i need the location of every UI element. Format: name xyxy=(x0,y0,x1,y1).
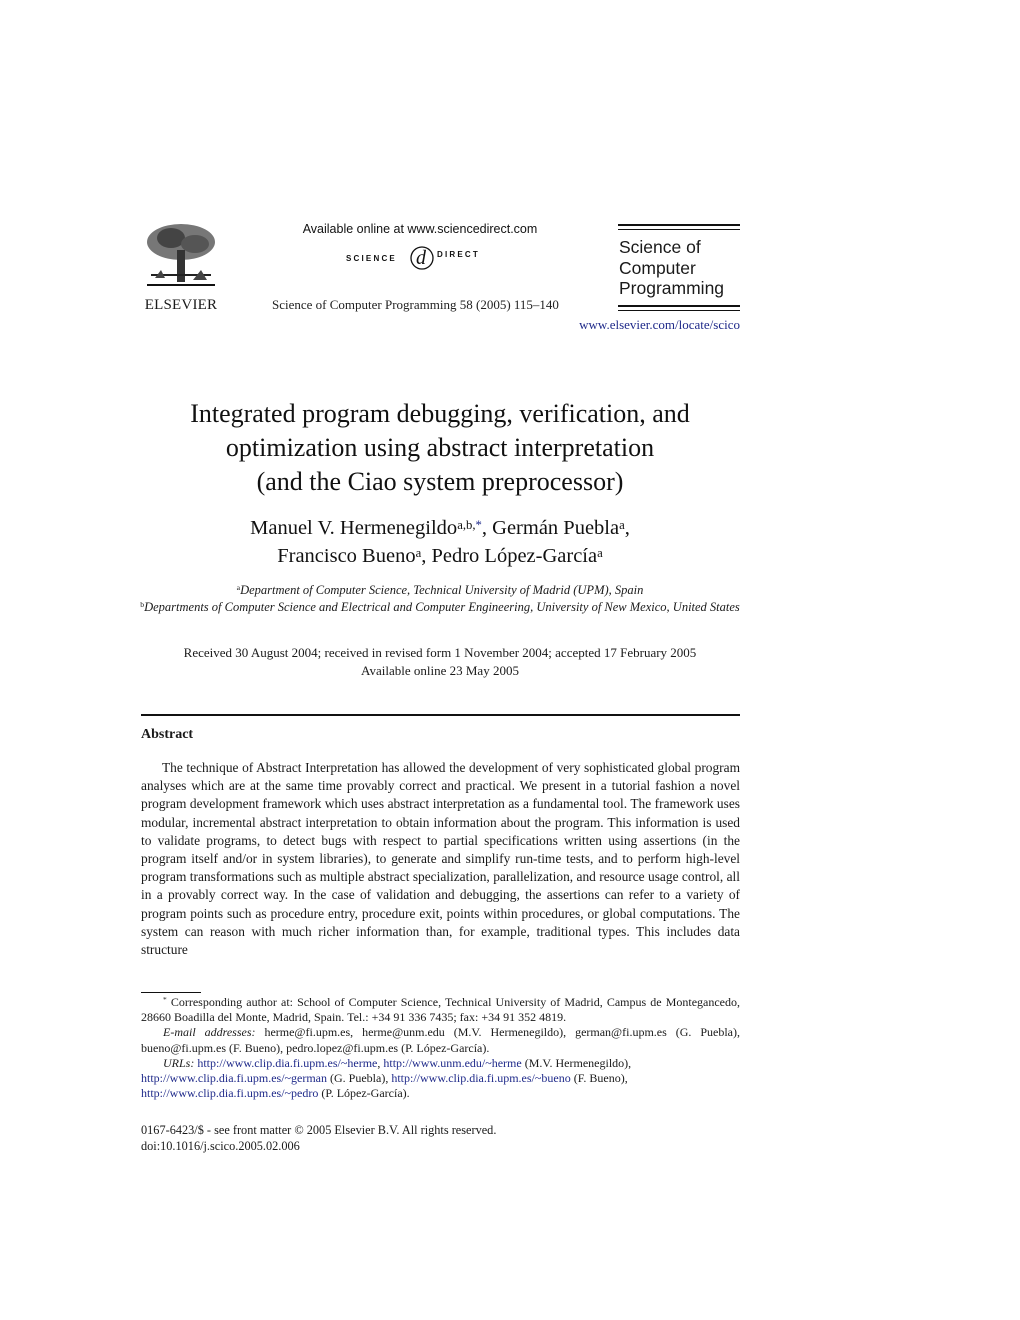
footnote-divider xyxy=(141,992,201,993)
publisher-logo-text: ELSEVIER xyxy=(144,297,218,313)
affiliations: aDepartment of Computer Science, Technic… xyxy=(140,582,740,616)
author-name: Germán Puebla xyxy=(492,517,620,539)
svg-text:d: d xyxy=(416,247,427,269)
corresponding-author-footnote: * Corresponding author at: School of Com… xyxy=(141,995,741,1025)
affiliation-a: aDepartment of Computer Science, Technic… xyxy=(236,583,644,597)
urls-footnote: URLs: http://www.clip.dia.fi.upm.es/~her… xyxy=(141,1055,632,1101)
journal-brand: Science of Computer Programming xyxy=(618,224,740,311)
abstract-heading: Abstract xyxy=(141,727,194,742)
email-footnote: E-mail addresses: herme@fi.upm.es, herme… xyxy=(141,1025,740,1055)
journal-brand-top-rule xyxy=(618,224,740,230)
elsevier-tree-icon xyxy=(147,224,215,286)
url-link[interactable]: http://www.clip.dia.fi.upm.es/~bueno xyxy=(391,1071,570,1085)
author-name: Pedro López-García xyxy=(431,544,598,567)
journal-brand-bottom-rule xyxy=(618,304,740,311)
journal-name: Science of Computer Programming xyxy=(619,237,725,298)
corresponding-author-link[interactable]: * xyxy=(476,518,482,532)
article-dates: Received 30 August 2004; received in rev… xyxy=(183,645,697,678)
abstract-body: The technique of Abstract Interpretation… xyxy=(141,760,740,958)
available-online-text: Available online at www.sciencedirect.co… xyxy=(302,222,538,236)
author-list: Manuel V. Hermenegildoa,b,*, Germán Pueb… xyxy=(250,517,630,567)
author-name: Francisco Bueno xyxy=(277,544,416,567)
url-link[interactable]: http://www.clip.dia.fi.upm.es/~herme xyxy=(197,1056,377,1070)
author-affiliation-mark: a,b, xyxy=(457,518,476,532)
article-title: Integrated program debugging, verificati… xyxy=(190,399,690,496)
author-affiliation-mark: a xyxy=(597,545,603,560)
journal-citation: Science of Computer Programming 58 (2005… xyxy=(272,297,559,312)
sciencedirect-logo: SCIENCE d DIRECT xyxy=(340,240,500,272)
affiliation-b: bDepartments of Computer Science and Ele… xyxy=(140,600,740,614)
sciencedirect-left: SCIENCE xyxy=(346,254,397,263)
url-link[interactable]: http://www.clip.dia.fi.upm.es/~pedro xyxy=(141,1086,318,1100)
abstract-divider xyxy=(141,714,740,716)
url-link[interactable]: http://www.clip.dia.fi.upm.es/~german xyxy=(141,1071,327,1085)
doi: doi:10.1016/j.scico.2005.02.006 xyxy=(141,1138,300,1153)
elsevier-logo: ELSEVIER xyxy=(140,222,222,313)
sciencedirect-right: DIRECT xyxy=(437,250,480,259)
copyright-line: 0167-6423/$ - see front matter © 2005 El… xyxy=(141,1123,497,1137)
author-affiliation-mark: a xyxy=(415,545,422,560)
journal-url-link[interactable]: www.elsevier.com/locate/scico xyxy=(575,317,740,333)
footnotes: * Corresponding author at: School of Com… xyxy=(141,995,740,1101)
front-matter: 0167-6423/$ - see front matter © 2005 El… xyxy=(141,1123,496,1154)
url-link[interactable]: http://www.unm.edu/~herme xyxy=(383,1056,521,1070)
author-affiliation-mark: a xyxy=(619,518,625,532)
author-name: Manuel V. Hermenegildo xyxy=(250,517,458,539)
